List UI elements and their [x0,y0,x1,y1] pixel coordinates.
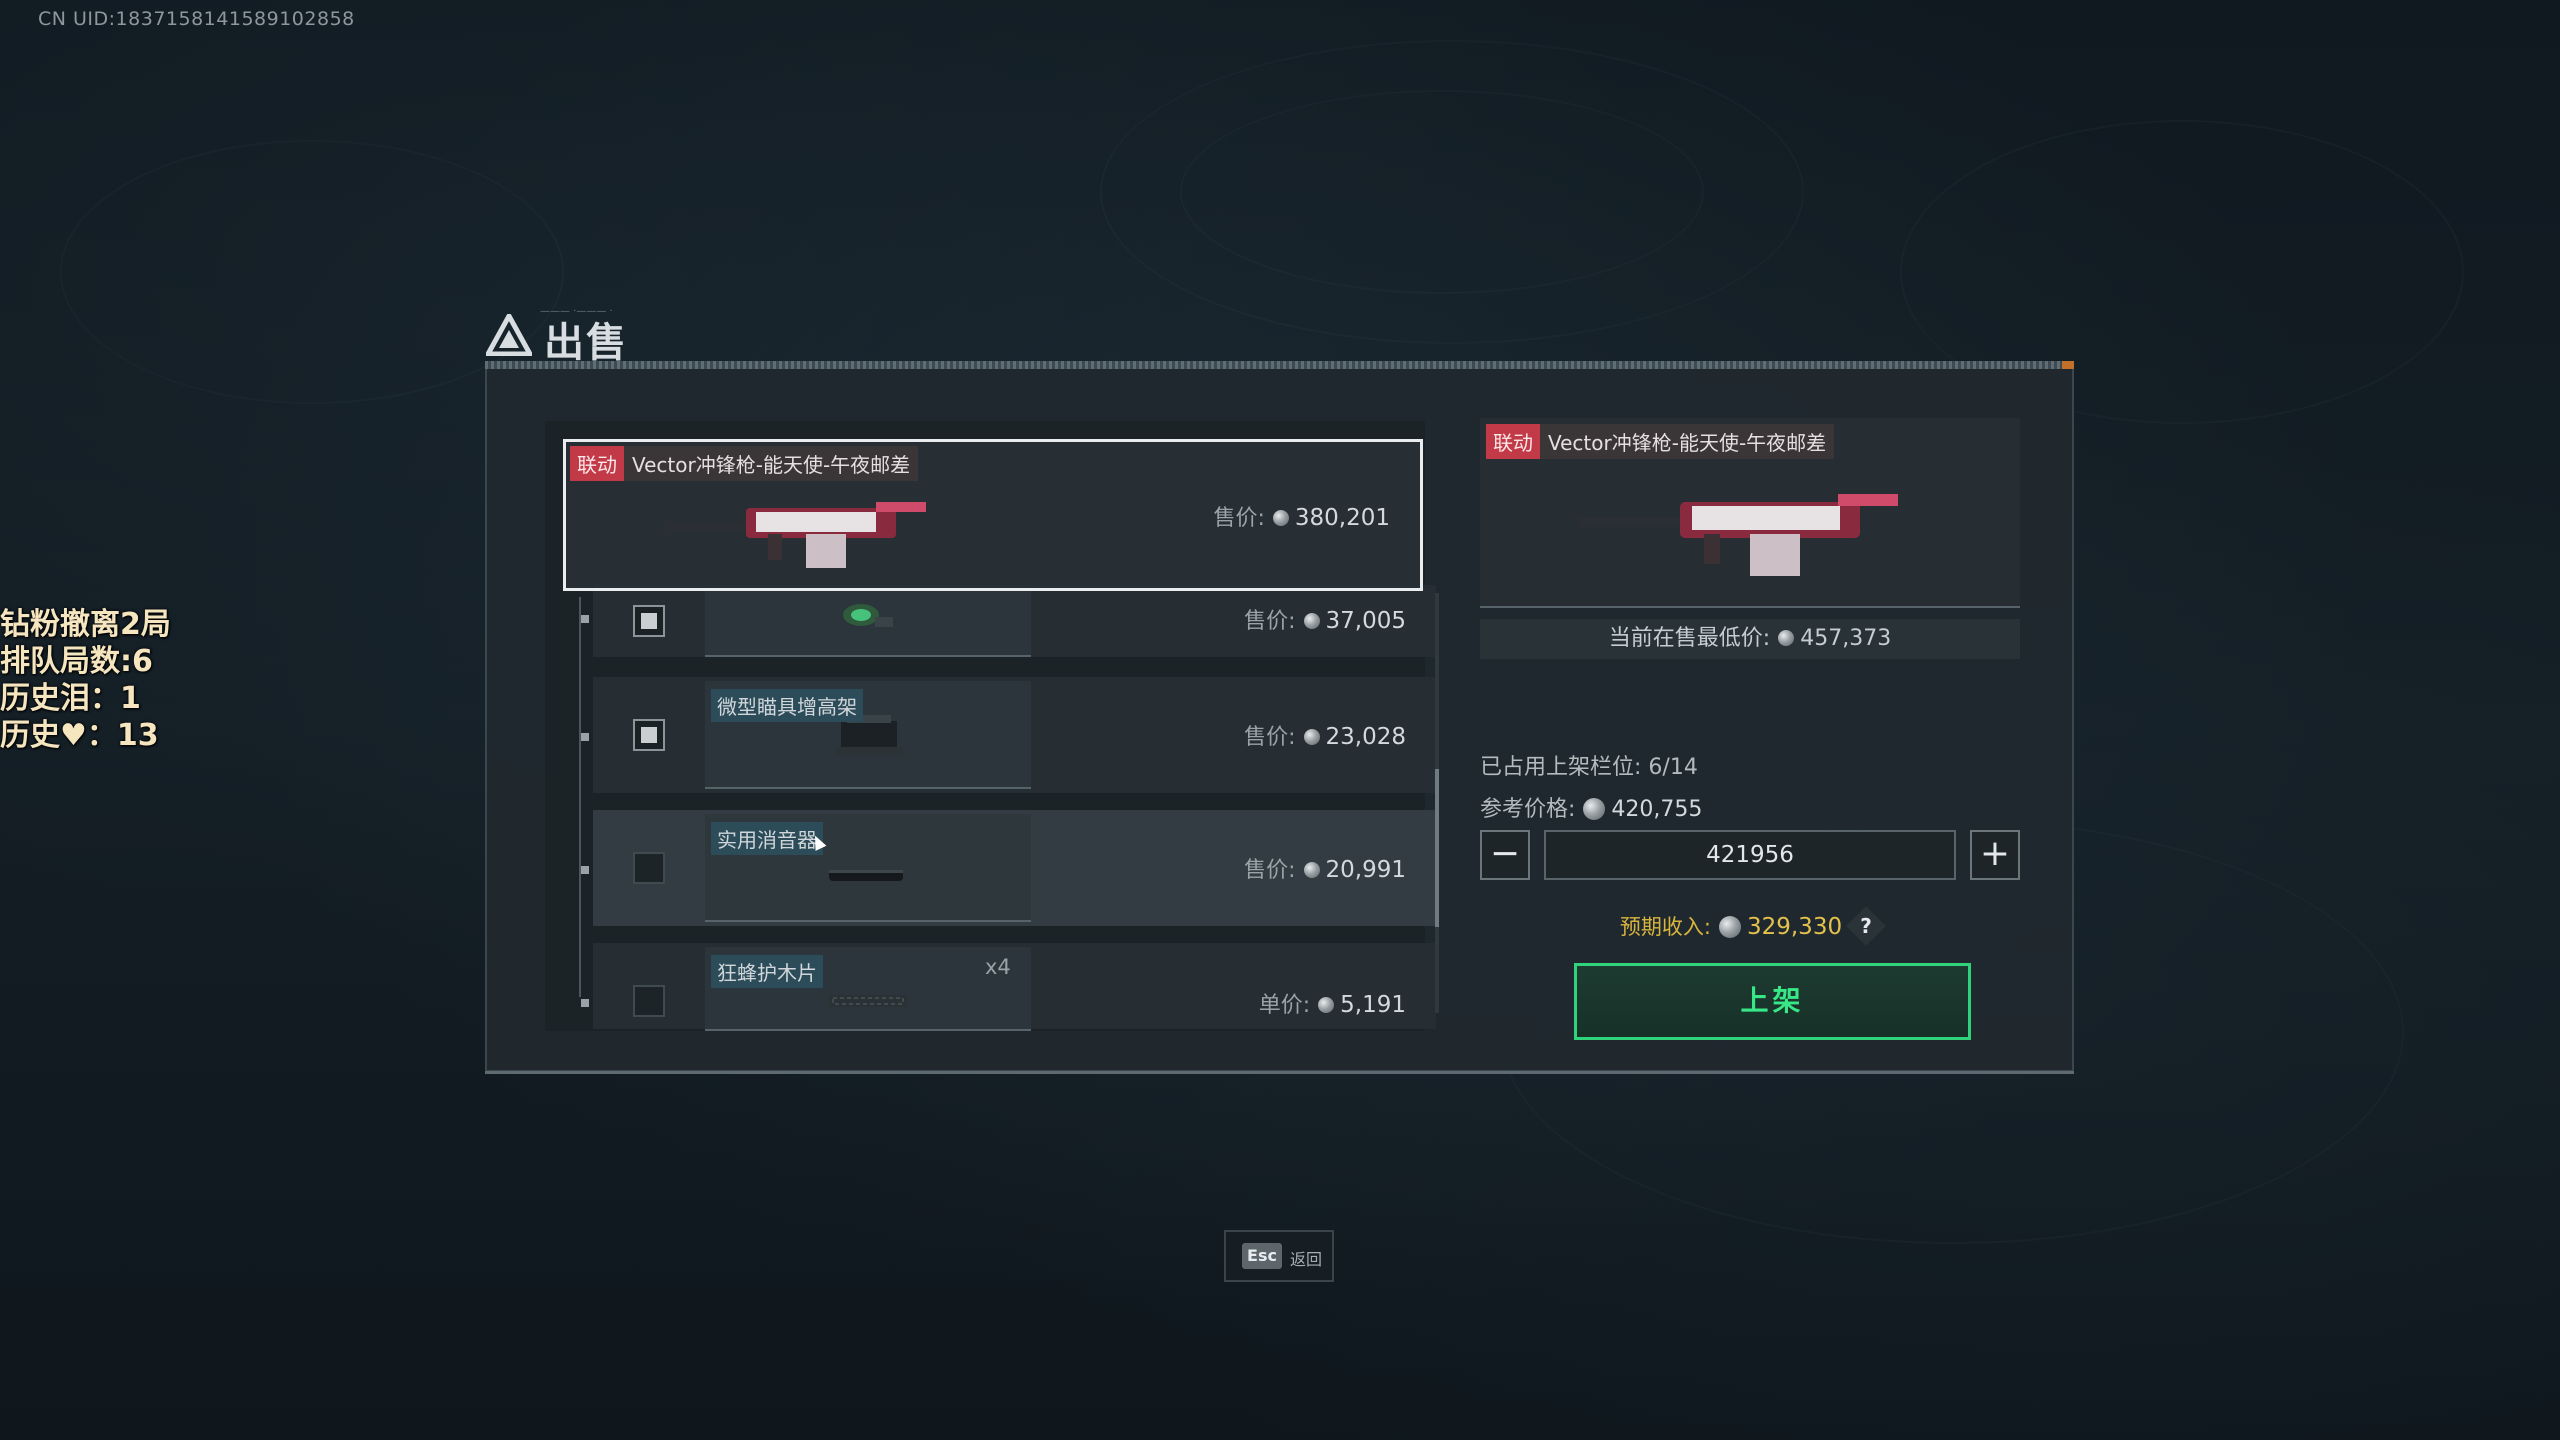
slots-value: 6/14 [1648,755,1698,780]
income-value: 329,330 [1746,914,1843,940]
list-item[interactable]: 狂蜂护木片 x4 单价: 5,191 [581,943,1436,1031]
price-value: 5,191 [1340,992,1406,1018]
price-value: 380,201 [1294,505,1390,531]
item-thumbnail [705,589,1031,657]
item-tags: 联动 Vector冲锋枪-能天使-午夜邮差 [1486,424,1835,459]
ref-price-value: 420,755 [1611,797,1703,822]
item-checkbox[interactable] [633,852,665,884]
coin-icon [1303,862,1320,878]
item-preview: 联动 Vector冲锋枪-能天使-午夜邮差 [1480,418,2020,608]
stream-overlay: 钻粉撤离2局 排队局数:6 历史泪：1 历史♥：13 [0,606,171,754]
price-label: 售价: [1244,725,1296,750]
title-decoration: ——— ·——— · [540,306,613,317]
coin-icon [1778,630,1795,646]
lowest-price-label: 当前在售最低价: [1608,626,1771,651]
panel-top-bar [485,361,2074,369]
plus-button[interactable]: + [1970,830,2020,880]
item-price: 单价: 5,191 [1259,987,1406,1019]
help-glyph: ? [1860,914,1872,938]
list-item[interactable]: 微型瞄具增高架 售价: 23,028 [581,677,1436,793]
price-label: 售价: [1244,858,1296,883]
item-name-tag: 微型瞄具增高架 [711,689,863,722]
item-checkbox[interactable] [633,719,665,751]
item-price: 售价: 23,028 [1244,719,1406,751]
price-input-row: − 421956 + [1480,830,2020,882]
reference-price: 参考价格: 420,755 [1480,791,1702,823]
item-price: 售价: 20,991 [1244,852,1406,884]
item-name-tag: 实用消音器 [711,822,823,855]
scope-image [843,604,893,627]
ref-price-label: 参考价格: [1480,797,1576,822]
dialog-title: 出售 [544,320,628,366]
coin-icon [1272,510,1289,526]
item-checkbox[interactable] [633,605,665,637]
item-checkbox[interactable] [633,985,665,1017]
panel-bottom-line [485,1071,2074,1074]
coin-icon [1303,729,1320,745]
weapon-image [666,502,926,568]
item-name: Vector冲锋枪-能天使-午夜邮差 [1540,424,1835,459]
item-name-tag: 狂蜂护木片 [711,955,823,988]
coin-icon [1718,916,1741,938]
coin-icon [1318,997,1335,1013]
price-value: 37,005 [1325,608,1406,634]
sell-panel: 售价: 37,005 微型瞄具增高架 售价: 23,028 实用消音器 售价: … [485,361,2074,1074]
coin-icon [1303,613,1320,629]
coin-icon [1583,798,1606,820]
price-label: 售价: [1213,506,1265,531]
overlay-line: 历史泪：1 [0,681,141,716]
price-input[interactable]: 421956 [1544,830,1956,880]
price-label: 单价: [1258,993,1311,1018]
panel-top-accent [2062,361,2074,369]
esc-key-icon: Esc [1242,1243,1282,1269]
lowest-price-value: 457,373 [1800,626,1892,651]
slots-label: 已占用上架栏位: [1480,755,1642,780]
tree-node [581,615,589,623]
listing-slots: 已占用上架栏位: 6/14 [1480,749,1698,781]
minus-icon: − [1489,833,1521,874]
overlay-line: 钻粉撤离2局 [0,607,171,642]
linked-tag: 联动 [570,446,624,481]
esc-back-button[interactable]: Esc 返回 [1224,1230,1334,1282]
tree-connector [579,597,581,997]
minus-button[interactable]: − [1480,830,1530,880]
selected-list-item[interactable]: 联动 Vector冲锋枪-能天使-午夜邮差 售价: 380,201 [563,439,1423,591]
plus-icon: + [1979,833,2011,874]
item-price: 售价: 37,005 [1244,603,1406,635]
item-tags: 联动 Vector冲锋枪-能天使-午夜邮差 [570,446,919,481]
list-scrollbar[interactable] [1435,593,1439,1013]
price-value: 20,991 [1325,857,1406,883]
expected-income: 预期收入: 329,330? [1480,906,2020,946]
weapon-image [1580,494,1898,576]
price-value: 23,028 [1325,724,1406,750]
delta-logo-icon [486,314,532,356]
price-label: 售价: [1244,609,1296,634]
item-name: Vector冲锋枪-能天使-午夜邮差 [624,446,919,481]
game-screen: CN UID:1837158141589102858 钻粉撤离2局 排队局数:6… [0,0,2560,1440]
item-quantity: x4 [985,955,1011,979]
list-for-sale-button[interactable]: 上架 [1574,963,1971,1040]
lowest-price-bar: 当前在售最低价: 457,373 [1480,619,2020,659]
overlay-line: 历史♥：13 [0,718,159,753]
list-item[interactable]: 售价: 37,005 [581,585,1436,657]
map-contour [1180,90,1704,294]
scrollbar-thumb[interactable] [1435,769,1439,927]
esc-label: 返回 [1290,1250,1323,1269]
player-uid: CN UID:1837158141589102858 [38,8,355,30]
list-item[interactable]: 实用消音器 售价: 20,991 [581,810,1436,926]
help-icon[interactable]: ? [1846,906,1886,946]
linked-tag: 联动 [1486,424,1540,459]
tree-node [581,866,589,874]
tree-node [581,733,589,741]
item-price: 售价: 380,201 [1213,500,1390,532]
overlay-line: 排队局数:6 [0,644,153,679]
tree-node [581,999,589,1007]
income-label: 预期收入: [1619,915,1711,939]
